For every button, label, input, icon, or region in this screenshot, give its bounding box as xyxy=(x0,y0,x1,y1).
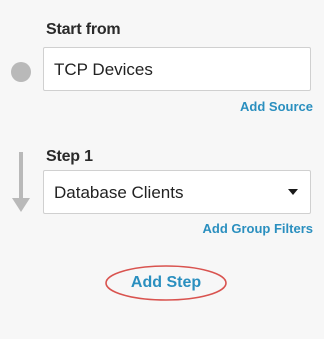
step-1-select[interactable]: Database Clients xyxy=(43,170,311,214)
step-1-selected-value: Database Clients xyxy=(54,183,184,202)
add-source-link[interactable]: Add Source xyxy=(240,99,313,114)
start-dot-icon xyxy=(11,62,31,82)
chevron-down-icon xyxy=(288,189,298,195)
step-1-label: Step 1 xyxy=(46,148,93,165)
flow-builder-panel: Start from TCP Devices Add Source Step 1… xyxy=(0,0,324,339)
add-step-button[interactable]: Add Step xyxy=(104,264,228,302)
source-value: TCP Devices xyxy=(54,60,153,79)
add-group-filters-link[interactable]: Add Group Filters xyxy=(203,221,314,236)
source-field[interactable]: TCP Devices xyxy=(43,47,311,91)
add-step-label: Add Step xyxy=(130,274,202,291)
start-from-label: Start from xyxy=(46,21,121,38)
arrow-down-icon xyxy=(12,152,30,212)
